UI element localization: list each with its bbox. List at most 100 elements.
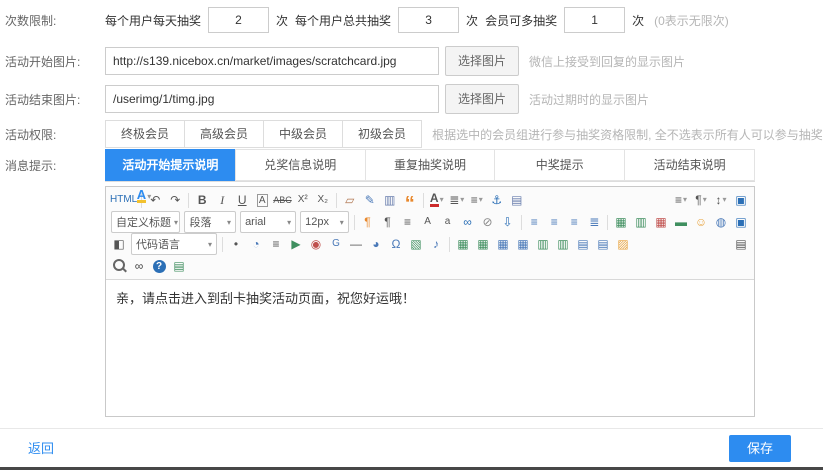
search-icon[interactable]: [110, 257, 128, 275]
map-marker-icon[interactable]: ◉: [307, 235, 325, 253]
bold-icon[interactable]: B: [193, 191, 211, 209]
font-color-icon[interactable]: A▾: [428, 191, 446, 209]
custom-title-select[interactable]: 自定义标题▾: [111, 211, 180, 233]
anchor-icon[interactable]: ⚓: [488, 191, 506, 209]
underline-icon[interactable]: U: [233, 191, 251, 209]
eraser-icon[interactable]: ▱: [341, 191, 359, 209]
code-block-icon[interactable]: ◧: [110, 235, 128, 253]
align-left-icon[interactable]: ≡: [525, 213, 543, 231]
format-painter-icon[interactable]: ✎: [361, 191, 379, 209]
paste-plain-icon[interactable]: ▥: [381, 191, 399, 209]
gmap-icon[interactable]: G: [327, 235, 345, 253]
subscript-icon[interactable]: X₂: [314, 191, 332, 209]
daily-draw-limit-input[interactable]: [208, 7, 269, 33]
emoji-icon[interactable]: ☺: [692, 213, 710, 231]
date-time-icon[interactable]: ◕: [367, 235, 385, 253]
toolbar-row: 自定义标题▾段落▾arial▾12px▾¶¶≡Aa∞⊘⇩≡≡≡≣▦▥▦▬☺◍▣: [109, 211, 751, 233]
font-family-select[interactable]: arial▾: [240, 211, 296, 233]
summary-icon[interactable]: ≡: [267, 235, 285, 253]
paragraph-list-icon[interactable]: ≡: [399, 213, 417, 231]
code-language-select[interactable]: 代码语言▾: [131, 233, 217, 255]
tab-redeem-info[interactable]: 兑奖信息说明: [235, 149, 366, 181]
limit-field-label: 会员可多抽奖: [485, 12, 557, 29]
insert-col-icon[interactable]: ▦: [474, 235, 492, 253]
screenshot-icon[interactable]: ◍: [712, 213, 730, 231]
strikethrough-icon[interactable]: ABC: [273, 191, 292, 209]
indent-first-line-icon[interactable]: ¶: [359, 213, 377, 231]
tab-activity-end[interactable]: 活动结束说明: [624, 149, 755, 181]
line-height-icon[interactable]: ↕▾: [712, 191, 730, 209]
split-row-icon[interactable]: ▤: [574, 235, 592, 253]
font-size-select[interactable]: 12px▾: [300, 211, 349, 233]
paste-word-icon[interactable]: ▤: [170, 257, 188, 275]
fullscreen-icon[interactable]: ▣: [732, 191, 750, 209]
omega-icon[interactable]: Ω: [387, 235, 405, 253]
print-icon[interactable]: ▤: [732, 235, 750, 253]
video-icon[interactable]: ▶: [287, 235, 305, 253]
limit-field-suffix: 次: [466, 12, 478, 29]
split-col-icon[interactable]: ▤: [594, 235, 612, 253]
unlink-icon[interactable]: ⊘: [479, 213, 497, 231]
paragraph-select[interactable]: 段落▾: [184, 211, 236, 233]
delete-row-icon[interactable]: ▦: [494, 235, 512, 253]
ordered-list-icon[interactable]: ≣▾: [448, 191, 466, 209]
bullet-icon[interactable]: •: [227, 235, 245, 253]
paragraph-format-icon[interactable]: ¶▾: [692, 191, 710, 209]
merge-down-icon[interactable]: ▥: [554, 235, 572, 253]
start-image-pick-button[interactable]: 选择图片: [445, 46, 519, 76]
hr-icon[interactable]: —: [347, 235, 365, 253]
end-image-input[interactable]: [105, 85, 439, 113]
indent-dropdown-icon[interactable]: ≡▾: [672, 191, 690, 209]
new-doc-icon[interactable]: ▤: [508, 191, 526, 209]
back-link[interactable]: 返回: [28, 429, 54, 468]
delete-col-icon[interactable]: ▦: [514, 235, 532, 253]
align-center-icon[interactable]: ≡: [545, 213, 563, 231]
align-right-icon[interactable]: ≡: [565, 213, 583, 231]
merge-right-icon[interactable]: ▥: [534, 235, 552, 253]
chevron-down-icon: ▾: [683, 191, 687, 209]
html-source-button[interactable]: HTML: [110, 191, 137, 209]
scratch-card-settings-page: 次数限制: 每个用户每天抽奖次每个用户总共抽奖次会员可多抽奖次 (0表示无限次)…: [0, 0, 823, 470]
letter-lower-icon[interactable]: a: [439, 213, 457, 231]
redo-icon[interactable]: ↷: [166, 191, 184, 209]
pie-icon[interactable]: ◔: [247, 235, 265, 253]
merge-cells-icon[interactable]: ▬: [672, 213, 690, 231]
help-icon[interactable]: ?: [150, 257, 168, 275]
find-replace-icon[interactable]: ∞: [130, 257, 148, 275]
save-button[interactable]: 保存: [729, 435, 791, 462]
editor-content[interactable]: 亲，请点击进入到刮卡抽奖活动页面，祝您好运哦！: [106, 280, 754, 416]
insert-row-icon[interactable]: ▦: [454, 235, 472, 253]
member-extra-draw-input[interactable]: [564, 7, 625, 33]
image-icon[interactable]: ▧: [407, 235, 425, 253]
download-icon[interactable]: ⇩: [499, 213, 517, 231]
music-icon[interactable]: ♪: [427, 235, 445, 253]
table-props-icon[interactable]: ▥: [632, 213, 650, 231]
unordered-list-icon[interactable]: ≡▾: [468, 191, 486, 209]
highlight-color-icon[interactable]: A▾: [135, 189, 153, 205]
member-level-option[interactable]: 终极会员: [105, 120, 185, 148]
member-level-option[interactable]: 初级会员: [342, 120, 422, 148]
start-image-input[interactable]: [105, 47, 439, 75]
tab-activity-start-tip[interactable]: 活动开始提示说明: [105, 149, 236, 181]
end-image-pick-button[interactable]: 选择图片: [445, 84, 519, 114]
tab-repeat-draw[interactable]: 重复抽奖说明: [365, 149, 496, 181]
superscript-icon[interactable]: X²: [294, 191, 312, 209]
letter-upper-icon[interactable]: A: [419, 213, 437, 231]
member-level-option[interactable]: 高级会员: [184, 120, 264, 148]
tab-win-tip[interactable]: 中奖提示: [494, 149, 625, 181]
insert-table-icon[interactable]: ▦: [612, 213, 630, 231]
delete-table-icon[interactable]: ▦: [652, 213, 670, 231]
widescreen-icon[interactable]: ▣: [732, 213, 750, 231]
message-tabs: 活动开始提示说明兑奖信息说明重复抽奖说明中奖提示活动结束说明: [105, 149, 755, 182]
start-image-row: 活动开始图片: 选择图片 微信上接受到回复的显示图片: [5, 46, 815, 76]
link-icon[interactable]: ∞: [459, 213, 477, 231]
total-draw-limit-input[interactable]: [398, 7, 459, 33]
text-direction-icon[interactable]: ¶: [379, 213, 397, 231]
align-justify-icon[interactable]: ≣: [585, 213, 603, 231]
blockquote-icon[interactable]: “: [401, 191, 419, 209]
member-level-option[interactable]: 中级会员: [263, 120, 343, 148]
font-border-icon[interactable]: A: [253, 191, 271, 209]
paragraph-select-value: 段落: [189, 214, 211, 230]
italic-icon[interactable]: I: [213, 191, 231, 209]
table-bg-icon[interactable]: ▨: [614, 235, 632, 253]
